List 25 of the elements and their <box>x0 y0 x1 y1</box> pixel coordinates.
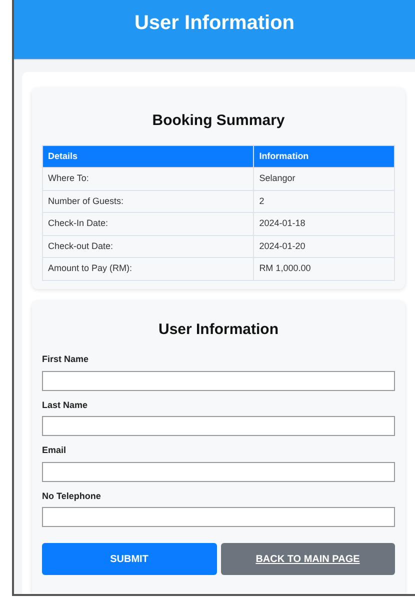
page-title: User Information <box>134 11 295 36</box>
back-link-button[interactable]: BACK TO MAIN PAGE <box>220 543 395 575</box>
table-cell: Number of Guests: <box>42 190 254 212</box>
summary-title: Booking Summary <box>151 111 286 131</box>
form-title: User Information <box>157 320 280 340</box>
table-cell: 2024-01-18 <box>254 212 394 235</box>
field-label: First Name <box>42 353 90 366</box>
table-cell: Amount to Pay (RM): <box>42 258 254 280</box>
input-field[interactable] <box>42 416 395 436</box>
table-cell: Check-In Date: <box>42 212 254 235</box>
submit-button[interactable]: SUBMIT <box>42 543 216 575</box>
field-label: Email <box>42 444 68 457</box>
input-field[interactable] <box>42 370 395 390</box>
table-cell: 2 <box>254 190 394 212</box>
column-header: Information <box>254 145 394 168</box>
table-cell: RM 1,000.00 <box>254 258 394 280</box>
table-cell: Check-out Date: <box>42 235 254 258</box>
field-label: No Telephone <box>42 490 102 503</box>
column-header: Details <box>42 145 254 168</box>
table-cell: Selangor <box>254 168 394 190</box>
input-field[interactable] <box>42 507 395 527</box>
field-label: Last Name <box>42 398 89 412</box>
input-field[interactable] <box>42 462 395 482</box>
table-cell: Where To: <box>42 168 254 190</box>
table-cell: 2024-01-20 <box>254 235 394 258</box>
